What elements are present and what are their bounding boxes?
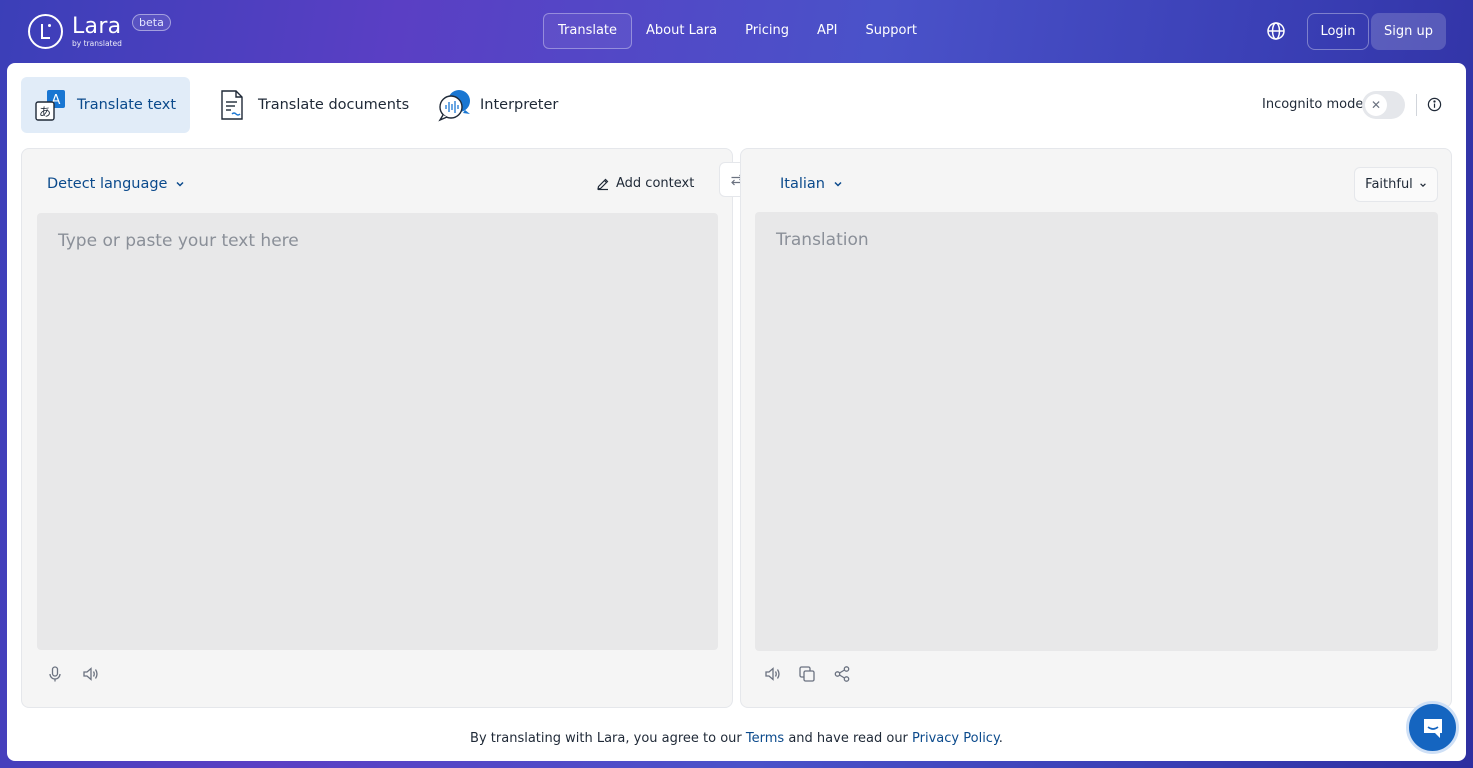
translator-card: A あ Translate text Translate documents I…	[7, 63, 1466, 761]
logo-name: Lara	[72, 13, 122, 39]
terms-notice: By translating with Lara, you agree to o…	[470, 731, 1003, 746]
tab-translate-text-label: Translate text	[77, 97, 177, 113]
terms-link[interactable]: Terms	[746, 731, 784, 746]
lara-logo-icon	[28, 14, 63, 49]
pencil-icon	[597, 178, 609, 190]
tab-translate-text[interactable]: A あ Translate text	[21, 77, 190, 133]
target-actions	[763, 665, 868, 683]
nav-support[interactable]: Support	[852, 13, 931, 49]
copy-icon[interactable]	[798, 665, 816, 683]
incognito-label: Incognito mode	[1262, 97, 1364, 112]
translation-output: Translation	[755, 212, 1438, 651]
target-panel: Italian Faithful Translation	[740, 148, 1452, 708]
logo-subtitle: by translated	[72, 38, 122, 48]
tab-translate-documents[interactable]: Translate documents	[213, 77, 409, 133]
beta-badge: beta	[132, 14, 171, 31]
share-icon[interactable]	[833, 665, 851, 683]
source-actions	[46, 665, 116, 683]
target-language-select[interactable]: Italian	[780, 176, 843, 192]
tab-interpreter[interactable]: Interpreter	[437, 77, 558, 133]
nav-translate[interactable]: Translate	[543, 13, 633, 49]
source-language-select[interactable]: Detect language	[47, 176, 185, 192]
privacy-policy-link[interactable]: Privacy Policy	[912, 731, 999, 746]
speaker-icon[interactable]	[81, 665, 99, 683]
source-language-label: Detect language	[47, 176, 168, 192]
top-header: Lara by translated beta Translate About …	[0, 0, 1473, 63]
main-nav: Translate About Lara Pricing API Support	[543, 13, 931, 49]
chevron-down-icon	[176, 181, 184, 187]
chat-icon	[1423, 718, 1442, 738]
info-icon[interactable]	[1427, 97, 1442, 112]
tab-translate-documents-label: Translate documents	[258, 97, 410, 113]
source-text-input[interactable]: Type or paste your text here	[37, 213, 718, 650]
add-context-button[interactable]: Add context	[596, 176, 694, 191]
globe-icon[interactable]	[1266, 21, 1286, 41]
chevron-down-icon	[834, 181, 842, 187]
chevron-down-icon	[1419, 182, 1426, 187]
incognito-toggle[interactable]: ✕	[1362, 91, 1405, 119]
nav-about-lara[interactable]: About Lara	[632, 13, 731, 49]
lara-logo[interactable]: Lara by translated	[28, 14, 122, 49]
interpreter-icon	[438, 90, 470, 122]
target-language-label: Italian	[780, 176, 825, 192]
speaker-icon[interactable]	[763, 665, 781, 683]
source-panel: Detect language Add context Type or past…	[21, 148, 733, 708]
svg-text:あ: あ	[39, 105, 51, 119]
close-icon: ✕	[1365, 94, 1387, 116]
translation-style-select[interactable]: Faithful	[1354, 167, 1438, 202]
chat-support-button[interactable]	[1406, 701, 1459, 754]
translation-style-label: Faithful	[1365, 177, 1413, 192]
microphone-icon[interactable]	[46, 665, 64, 683]
add-context-label: Add context	[616, 176, 695, 191]
login-button[interactable]: Login	[1307, 13, 1369, 50]
signup-button[interactable]: Sign up	[1371, 13, 1446, 50]
nav-pricing[interactable]: Pricing	[731, 13, 803, 49]
document-icon	[221, 90, 243, 120]
nav-api[interactable]: API	[803, 13, 852, 49]
divider	[1416, 94, 1417, 116]
translate-text-icon: A あ	[35, 90, 65, 121]
tab-interpreter-label: Interpreter	[480, 97, 559, 113]
